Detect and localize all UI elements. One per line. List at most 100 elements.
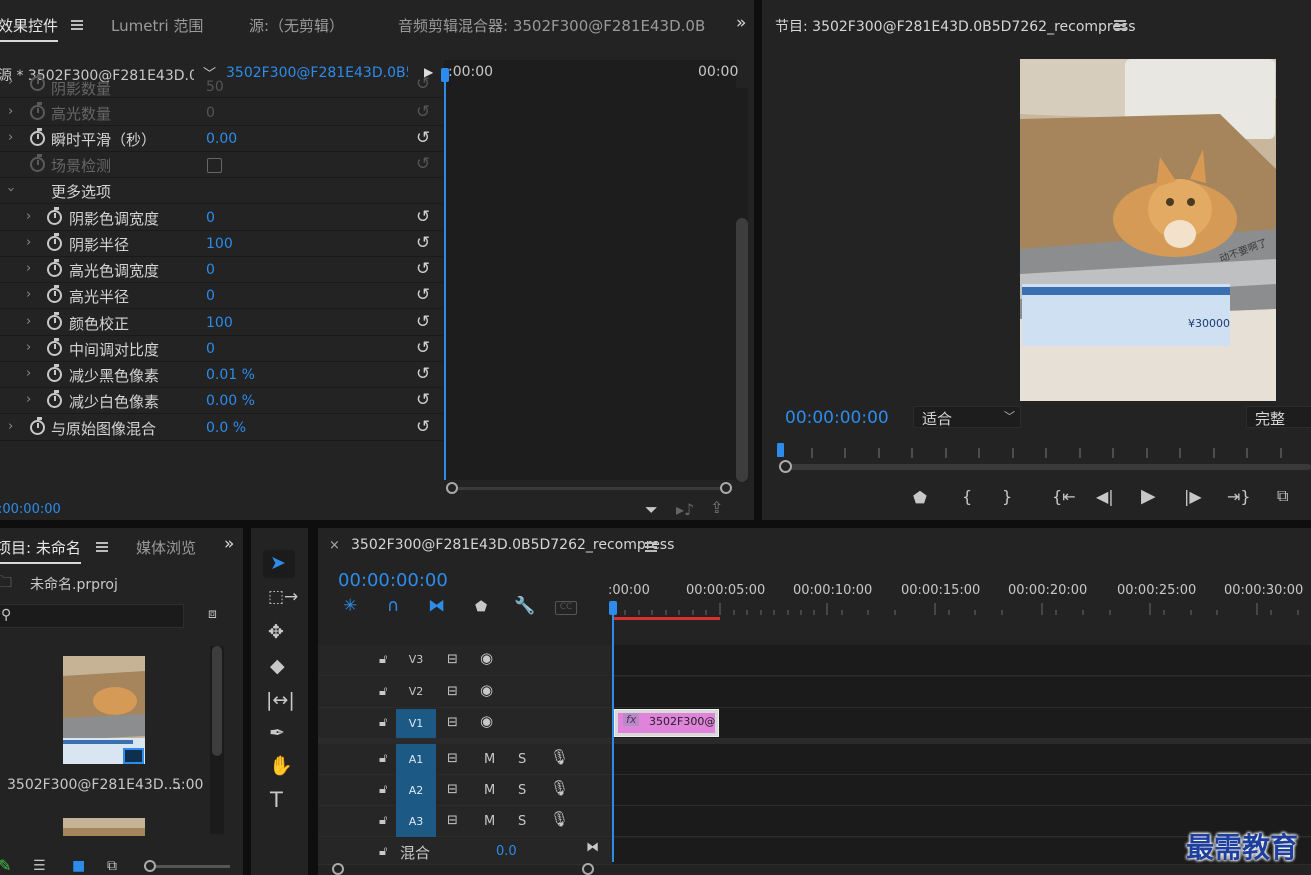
slip-tool-icon[interactable]: |↔| bbox=[266, 691, 295, 710]
expand-chevron-icon[interactable]: › bbox=[26, 261, 31, 276]
eye-icon[interactable]: ◉ bbox=[480, 683, 493, 698]
tab-audio-clip-mixer[interactable]: 音频剪辑混合器: 3502F300@F281E43D.0B5D7 bbox=[398, 15, 706, 36]
timeline-playhead-handle[interactable] bbox=[609, 601, 617, 615]
reset-icon[interactable]: ↺ bbox=[416, 259, 430, 279]
type-tool-icon[interactable]: T bbox=[270, 790, 283, 811]
step-back-icon[interactable]: ◀| bbox=[1096, 489, 1114, 505]
track-name-v3[interactable]: V3 bbox=[396, 647, 436, 673]
export-icon[interactable]: ⇪ bbox=[710, 500, 723, 516]
lock-icon[interactable]: 🔓︎ bbox=[379, 845, 387, 858]
zoom-handle-right[interactable] bbox=[720, 482, 732, 494]
stopwatch-icon[interactable] bbox=[30, 128, 45, 146]
timeline-zoom-bar[interactable] bbox=[332, 862, 597, 875]
mute-button[interactable]: M bbox=[484, 752, 495, 767]
selection-tool-icon[interactable]: ➤ bbox=[263, 550, 295, 578]
slider-handle[interactable] bbox=[144, 860, 156, 872]
param-value[interactable]: 0 bbox=[206, 341, 215, 357]
project-search-input[interactable]: ⚲ bbox=[0, 604, 184, 628]
reset-icon[interactable]: ↺ bbox=[416, 417, 430, 437]
go-to-out-icon[interactable]: ⇥} bbox=[1227, 489, 1251, 505]
stopwatch-icon[interactable] bbox=[47, 285, 62, 303]
hand-tool-icon[interactable]: ✋ bbox=[269, 757, 293, 776]
expand-chevron-icon[interactable]: › bbox=[8, 104, 13, 119]
lock-icon[interactable]: 🔓︎ bbox=[379, 653, 387, 666]
stopwatch-icon[interactable] bbox=[47, 390, 62, 408]
eye-icon[interactable]: ◉ bbox=[480, 714, 493, 729]
mute-button[interactable]: M bbox=[484, 814, 495, 829]
tab-media-browser[interactable]: 媒体浏览 bbox=[136, 537, 198, 558]
stopwatch-icon[interactable] bbox=[47, 233, 62, 251]
lock-icon[interactable]: 🔓︎ bbox=[379, 814, 387, 827]
param-value[interactable]: 0.00 % bbox=[206, 393, 255, 409]
param-value[interactable]: 0.01 % bbox=[206, 367, 255, 383]
icon-view-icon[interactable]: ■ bbox=[72, 859, 85, 873]
program-zoom-bar[interactable] bbox=[778, 460, 1311, 474]
fit-zoom-select[interactable]: 适合 ﹀ bbox=[913, 406, 1021, 428]
stopwatch-icon[interactable] bbox=[30, 154, 45, 172]
lock-icon[interactable]: 🔓︎ bbox=[379, 752, 387, 765]
sequence-tab-title[interactable]: 3502F300@F281E43D.0B5D7262_recompress bbox=[351, 537, 674, 553]
param-value[interactable]: 100 bbox=[206, 236, 233, 252]
horizontal-zoom-bar[interactable] bbox=[446, 481, 736, 495]
sync-lock-icon[interactable]: ⊟ bbox=[447, 814, 458, 827]
video-clip[interactable]: fx 3502F300@ bbox=[614, 709, 719, 737]
reset-icon[interactable]: ↺ bbox=[416, 338, 430, 358]
lock-icon[interactable]: 🔓︎ bbox=[379, 716, 387, 729]
param-value[interactable]: 0.00 bbox=[206, 131, 237, 147]
solo-button[interactable]: S bbox=[518, 783, 526, 798]
reset-icon[interactable]: ↺ bbox=[416, 102, 430, 122]
timeline-ruler[interactable]: :00:00 00:00:05:00 00:00:10:00 00:00:15:… bbox=[608, 578, 1311, 618]
add-marker-icon[interactable]: ⬟ bbox=[913, 490, 927, 506]
reset-icon[interactable]: ↺ bbox=[416, 154, 430, 174]
eye-icon[interactable]: ◉ bbox=[480, 651, 493, 666]
param-value[interactable]: 0 bbox=[206, 288, 215, 304]
tab-lumetri-scopes[interactable]: Lumetri 范围 bbox=[111, 15, 203, 36]
expand-chevron-icon[interactable]: › bbox=[26, 235, 31, 250]
project-scrollbar-thumb[interactable] bbox=[212, 646, 222, 756]
expand-chevron-icon[interactable]: › bbox=[26, 287, 31, 302]
microphone-icon[interactable]: 🎙︎ bbox=[550, 812, 569, 827]
lock-icon[interactable]: 🔓︎ bbox=[379, 685, 387, 698]
program-time-ruler[interactable] bbox=[778, 442, 1311, 462]
microphone-icon[interactable]: 🎙︎ bbox=[550, 781, 569, 796]
microphone-icon[interactable]: 🎙︎ bbox=[550, 750, 569, 765]
stopwatch-icon[interactable] bbox=[47, 259, 62, 277]
add-marker-icon[interactable]: ⬟ bbox=[475, 600, 487, 614]
panel-menu-icon[interactable] bbox=[96, 542, 108, 552]
project-scrollbar[interactable] bbox=[210, 646, 224, 834]
write-protect-icon[interactable]: ✎ bbox=[0, 858, 11, 874]
track-name-v2[interactable]: V2 bbox=[396, 679, 436, 705]
effect-playhead[interactable] bbox=[444, 70, 446, 480]
expand-chevron-icon[interactable]: › bbox=[8, 74, 13, 89]
expand-chevron-icon[interactable]: › bbox=[26, 209, 31, 224]
mark-in-icon[interactable]: { bbox=[962, 489, 972, 505]
sync-lock-icon[interactable]: ⊟ bbox=[447, 752, 458, 765]
tab-effect-controls[interactable]: 效果控件 bbox=[0, 15, 59, 42]
program-playhead-marker[interactable] bbox=[777, 443, 784, 457]
export-frame-icon[interactable]: ⧉ bbox=[1277, 488, 1288, 504]
track-name-v1[interactable]: V1 bbox=[396, 709, 436, 738]
go-to-end-icon[interactable]: ⧓ bbox=[586, 841, 599, 854]
param-value[interactable]: 100 bbox=[206, 315, 233, 331]
scene-detect-checkbox[interactable] bbox=[207, 158, 222, 173]
program-monitor-title[interactable]: 节目: 3502F300@F281E43D.0B5D7262_recompres… bbox=[775, 16, 1136, 36]
captions-icon[interactable]: CC bbox=[555, 601, 577, 615]
param-value[interactable]: 0 bbox=[206, 105, 215, 121]
thumbnail-size-slider[interactable] bbox=[144, 860, 230, 872]
mix-track-value[interactable]: 0.0 bbox=[496, 844, 517, 859]
stopwatch-icon[interactable] bbox=[47, 312, 62, 330]
effect-controls-timecode[interactable]: :00:00:00 bbox=[0, 502, 61, 517]
zoom-handle-left[interactable] bbox=[779, 460, 792, 473]
reset-icon[interactable]: ↺ bbox=[416, 207, 430, 227]
param-value[interactable]: 0 bbox=[206, 210, 215, 226]
step-forward-icon[interactable]: |▶ bbox=[1184, 489, 1202, 505]
param-value[interactable]: 0.0 % bbox=[206, 420, 246, 436]
stopwatch-icon[interactable] bbox=[47, 364, 62, 382]
fx-badge[interactable]: fx bbox=[623, 713, 640, 726]
tab-project[interactable]: 项目: 未命名 bbox=[0, 537, 81, 564]
razor-tool-icon[interactable]: ◆ bbox=[270, 657, 285, 676]
reset-icon[interactable]: ↺ bbox=[416, 128, 430, 148]
tab-source[interactable]: 源:（无剪辑） bbox=[249, 15, 344, 36]
zoom-handle-left[interactable] bbox=[446, 482, 458, 494]
playhead-handle[interactable] bbox=[441, 68, 449, 82]
